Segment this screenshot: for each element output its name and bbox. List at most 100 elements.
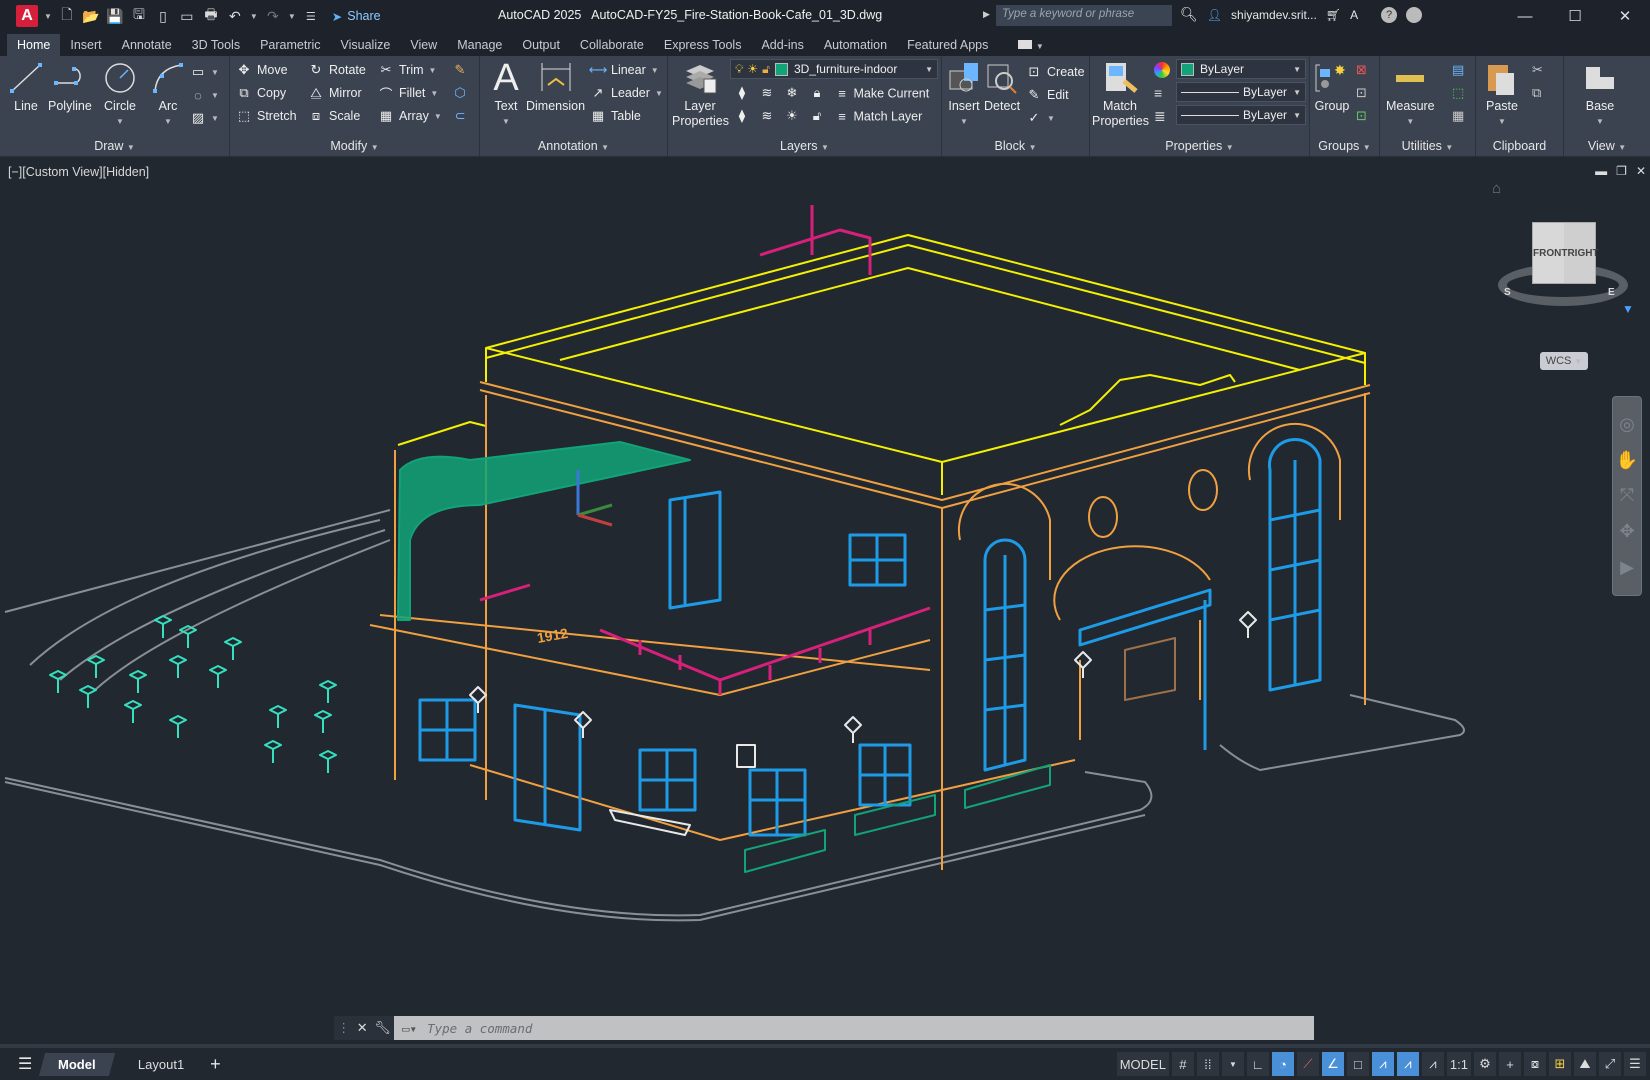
layer-on-all-icon[interactable]: ⧫: [734, 108, 750, 124]
explode-button[interactable]: ⬡: [452, 85, 468, 101]
array-button[interactable]: ▦ Array ▼: [378, 108, 442, 124]
snap-menu-caret-icon[interactable]: ▼: [1221, 1052, 1244, 1076]
copy-clip-icon[interactable]: ⧉: [1532, 85, 1541, 101]
cut-icon[interactable]: ✂: [1532, 62, 1543, 78]
tab-automation[interactable]: Automation: [814, 34, 897, 56]
grid-icon[interactable]: #: [1171, 1052, 1194, 1076]
tab-model[interactable]: Model: [39, 1052, 115, 1076]
auto-scale-icon[interactable]: ⩘: [1396, 1052, 1419, 1076]
rectangle-button[interactable]: ▭ ▼: [190, 64, 219, 80]
redo-icon[interactable]: ↷: [264, 7, 282, 25]
open-web-icon[interactable]: ▯: [154, 7, 172, 25]
quick-select-icon[interactable]: ▤: [1452, 62, 1464, 78]
move-button[interactable]: ✥ Move: [236, 62, 288, 78]
text-button[interactable]: A Text ▼: [488, 59, 524, 129]
search-icon[interactable]: 🔍︎: [1180, 6, 1198, 23]
tab-visualize[interactable]: Visualize: [331, 34, 401, 56]
graphics-performance-icon[interactable]: ⛰: [1574, 1052, 1596, 1076]
viewcube-box[interactable]: FRONT RIGHT: [1532, 222, 1599, 284]
steering-wheel-icon[interactable]: ◎: [1619, 414, 1635, 435]
ribbon-minimize-toggle[interactable]: ▼: [998, 34, 1053, 56]
app-menu-caret-icon[interactable]: ▼: [44, 12, 52, 21]
object-snap-icon[interactable]: □: [1346, 1052, 1369, 1076]
layer-isolate-icon[interactable]: ≋: [759, 85, 775, 101]
user-icon[interactable]: 👤︎: [1207, 8, 1222, 22]
units-icon[interactable]: ⧇: [1524, 1052, 1546, 1076]
plot-icon[interactable]: 🖶: [202, 6, 220, 25]
leader-button[interactable]: ↗ Leader ▼: [590, 85, 663, 101]
object-snap-tracking-icon[interactable]: ∠: [1321, 1052, 1344, 1076]
group-button[interactable]: ✸ Group: [1314, 60, 1350, 114]
showmotion-icon[interactable]: ▶: [1620, 557, 1634, 578]
ellipse-button[interactable]: ◌ ▼: [190, 87, 219, 103]
tab-3d-tools[interactable]: 3D Tools: [182, 34, 250, 56]
dimension-button[interactable]: Dimension: [526, 60, 585, 114]
tab-parametric[interactable]: Parametric: [250, 34, 330, 56]
command-input[interactable]: ▭▾ Type a command: [394, 1016, 1314, 1040]
customize-icon[interactable]: ☰: [302, 7, 320, 25]
layout-menu-icon[interactable]: ☰: [18, 1054, 32, 1074]
tab-featured-apps[interactable]: Featured Apps: [897, 34, 998, 56]
group-select-icon[interactable]: ⊡: [1356, 108, 1367, 124]
groups-panel-title[interactable]: Groups ▼: [1310, 139, 1379, 153]
tab-manage[interactable]: Manage: [447, 34, 512, 56]
layer-properties-button[interactable]: Layer Properties: [672, 60, 729, 129]
tab-collaborate[interactable]: Collaborate: [570, 34, 654, 56]
snap-icon[interactable]: ⁞⁞: [1196, 1052, 1219, 1076]
layer-lock-icon[interactable]: 🔒︎: [809, 85, 825, 101]
assistant-icon[interactable]: [1406, 6, 1423, 23]
workspace-gear-icon[interactable]: ⚙: [1474, 1052, 1496, 1076]
tab-express-tools[interactable]: Express Tools: [654, 34, 752, 56]
select-all-icon[interactable]: ⬚: [1452, 85, 1464, 101]
help-icon[interactable]: ?: [1381, 6, 1398, 23]
clipboard-panel-title[interactable]: Clipboard: [1476, 139, 1563, 153]
block-attributes-button[interactable]: ✓ ▼: [1026, 110, 1055, 126]
save-as-icon[interactable]: 🖫: [130, 6, 148, 25]
group-edit-icon[interactable]: ⊡: [1356, 85, 1367, 101]
pan-icon[interactable]: ✋: [1616, 450, 1638, 471]
trim-button[interactable]: ✂ Trim ▼: [378, 62, 437, 78]
tab-view[interactable]: View: [400, 34, 447, 56]
autodesk-app-icon[interactable]: A: [1350, 8, 1358, 22]
add-layout-icon[interactable]: +: [210, 1054, 221, 1075]
lineweight-dropdown[interactable]: ByLayer ▼: [1176, 105, 1306, 125]
linear-dimension-button[interactable]: ⟷ Linear ▼: [589, 62, 659, 78]
offset-button[interactable]: ⊂: [452, 108, 468, 124]
save-icon[interactable]: 💾: [106, 7, 124, 25]
properties-panel-title[interactable]: Properties ▼: [1090, 139, 1309, 153]
layer-thaw-all-icon[interactable]: ☀: [784, 108, 800, 124]
insert-button[interactable]: Insert ▼: [946, 60, 982, 129]
tab-home[interactable]: Home: [7, 34, 61, 56]
tab-add-ins[interactable]: Add-ins: [751, 34, 813, 56]
crosshair-icon[interactable]: +: [1499, 1052, 1521, 1076]
isodraft-icon[interactable]: ⟋: [1296, 1052, 1319, 1076]
layer-unlock-all-icon[interactable]: 🔓︎: [809, 108, 825, 124]
layer-on-icon[interactable]: 💡︎: [735, 62, 743, 77]
tab-insert[interactable]: Insert: [60, 34, 111, 56]
layer-off-icon[interactable]: ⧫: [734, 85, 750, 101]
view-panel-title[interactable]: View ▼: [1564, 139, 1650, 153]
viewcube[interactable]: FRONT RIGHT S E: [1498, 222, 1628, 312]
ortho-icon[interactable]: ∟: [1246, 1052, 1269, 1076]
application-menu-button[interactable]: A: [16, 5, 38, 27]
annotation-panel-title[interactable]: Annotation ▼: [480, 139, 667, 153]
match-properties-button[interactable]: Match Properties: [1092, 60, 1149, 129]
fullscreen-icon[interactable]: ⤢: [1599, 1052, 1621, 1076]
linetype-dropdown[interactable]: ByLayer ▼: [1176, 82, 1306, 102]
save-web-icon[interactable]: ▭: [178, 7, 196, 25]
customization-menu-icon[interactable]: ☰: [1624, 1052, 1646, 1076]
drawing-viewport[interactable]: [−][Custom View][Hidden] ▬ ❐ ✕ 1912 FRON…: [0, 160, 1650, 1030]
ungroup-icon[interactable]: ⊠: [1356, 62, 1367, 78]
stretch-button[interactable]: ⬚ Stretch: [236, 108, 297, 124]
layer-dropdown[interactable]: 💡︎ ☀ 🔓︎ 3D_furniture-indoor ▼: [730, 59, 938, 79]
utilities-panel-title[interactable]: Utilities ▼: [1380, 139, 1475, 153]
undo-icon[interactable]: ↶: [226, 7, 244, 25]
annotation-scale-value[interactable]: 1:1: [1446, 1052, 1471, 1076]
copy-button[interactable]: ⧉ Copy: [236, 85, 286, 101]
paste-button[interactable]: Paste ▼: [1484, 60, 1520, 129]
layer-thaw-icon[interactable]: ☀: [747, 62, 758, 76]
detect-button[interactable]: Detect: [984, 60, 1020, 114]
viewcube-right-face[interactable]: RIGHT: [1567, 248, 1598, 259]
block-panel-title[interactable]: Block ▼: [942, 139, 1089, 153]
undo-caret-icon[interactable]: ▼: [250, 12, 258, 21]
